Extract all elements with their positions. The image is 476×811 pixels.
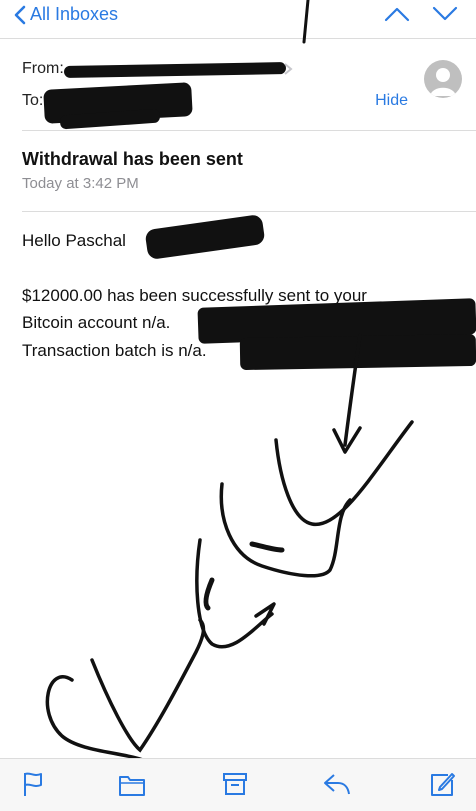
message-line-3: Transaction batch is n/a. bbox=[22, 341, 207, 360]
reply-icon bbox=[324, 774, 350, 795]
back-button-label: All Inboxes bbox=[30, 4, 119, 24]
person-icon bbox=[430, 68, 456, 96]
redacted-surname bbox=[144, 213, 266, 261]
message-greeting: Hello Paschal bbox=[22, 231, 126, 250]
subject-divider bbox=[22, 211, 476, 212]
header-divider bbox=[22, 130, 476, 131]
chevron-right-icon bbox=[284, 63, 293, 75]
from-row[interactable]: From: bbox=[22, 60, 64, 78]
compose-button[interactable] bbox=[428, 771, 456, 804]
next-message-button[interactable] bbox=[432, 6, 458, 27]
flag-icon bbox=[24, 772, 42, 796]
navigation-bar: All Inboxes bbox=[0, 0, 476, 34]
to-row[interactable]: To: bbox=[22, 92, 43, 110]
navbar-divider bbox=[0, 38, 476, 39]
move-to-folder-button[interactable] bbox=[118, 771, 146, 802]
archive-icon bbox=[223, 773, 247, 795]
to-label: To: bbox=[22, 92, 44, 109]
archive-button[interactable] bbox=[222, 771, 248, 802]
chevron-left-icon bbox=[14, 5, 26, 24]
flag-button[interactable] bbox=[22, 771, 44, 802]
hide-details-link[interactable]: Hide bbox=[375, 92, 408, 110]
back-button[interactable]: All Inboxes bbox=[14, 4, 118, 25]
avatar[interactable] bbox=[424, 60, 462, 98]
chevron-down-icon bbox=[432, 6, 458, 21]
message-subject: Withdrawal has been sent bbox=[22, 149, 243, 169]
compose-icon bbox=[431, 773, 455, 796]
redacted-sender bbox=[63, 62, 287, 78]
from-label: From: bbox=[22, 60, 64, 77]
redacted-transaction-batch bbox=[239, 333, 476, 371]
message-line-2: Bitcoin account n/a. bbox=[22, 313, 171, 332]
folder-icon bbox=[119, 776, 145, 796]
chevron-up-icon bbox=[384, 7, 410, 22]
previous-message-button[interactable] bbox=[384, 6, 410, 27]
reply-button[interactable] bbox=[322, 771, 352, 802]
bottom-toolbar bbox=[0, 758, 476, 811]
message-timestamp: Today at 3:42 PM bbox=[22, 175, 139, 192]
